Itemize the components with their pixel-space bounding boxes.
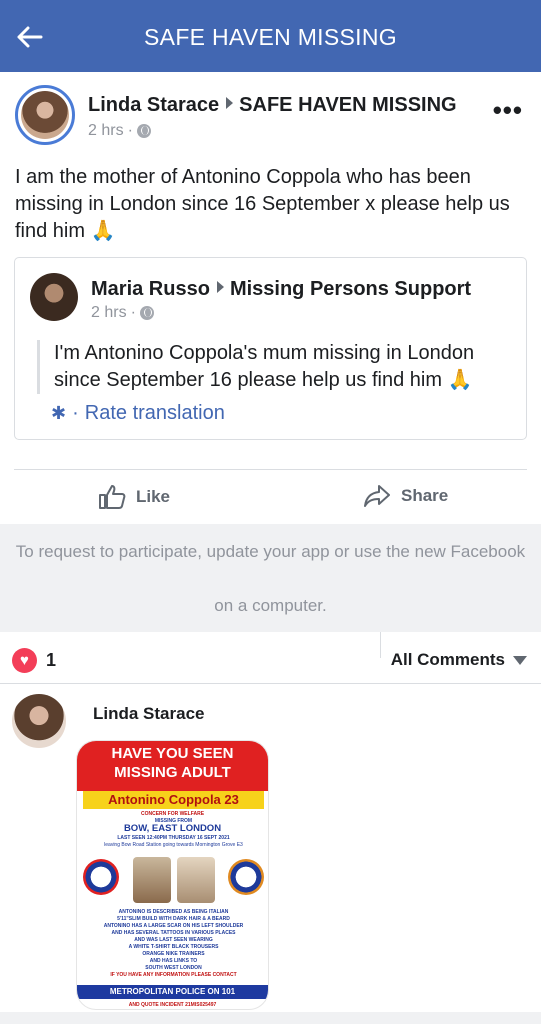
poster-photo-2: [177, 857, 215, 903]
poster-name: Antonino Coppola 23: [83, 791, 264, 809]
share-arrow-icon: [364, 485, 390, 507]
arrow-right-icon: [216, 281, 224, 293]
gear-icon: ✱: [51, 403, 67, 423]
shared-post-card[interactable]: Maria Russo Missing Persons Support 2 hrs…: [14, 257, 527, 440]
reaction-count[interactable]: 1: [46, 650, 56, 671]
page-title: SAFE HAVEN MISSING: [144, 24, 397, 50]
poster-police-line: METROPOLITAN POLICE ON 101: [77, 985, 268, 999]
author-avatar[interactable]: [15, 85, 75, 145]
more-options-icon[interactable]: •••: [493, 97, 523, 123]
rate-translation-link[interactable]: ✱ · Rate translation: [51, 402, 225, 425]
post-actions: Like Share: [0, 470, 541, 524]
shared-author-name[interactable]: Maria Russo: [91, 278, 210, 300]
poster-location: BOW, EAST LONDON: [123, 823, 222, 834]
notice-line-2: on a computer.: [214, 596, 327, 615]
missing-person-poster-image[interactable]: HAVE YOU SEEN MISSING ADULT Antonino Cop…: [76, 740, 269, 1010]
shared-post-time[interactable]: 2 hrs: [91, 304, 127, 322]
love-reaction-icon[interactable]: ♥: [12, 648, 37, 673]
divider: [380, 632, 381, 658]
arrow-right-icon: [226, 97, 234, 109]
commenter-name[interactable]: Linda Starace: [93, 704, 205, 724]
top-app-bar: SAFE HAVEN MISSING: [0, 0, 541, 72]
post-text: I am the mother of Antonino Coppola who …: [15, 166, 510, 242]
participation-notice: To request to participate, update your a…: [0, 524, 541, 632]
translated-text: I'm Antonino Coppola's mum missing in Lo…: [37, 340, 517, 394]
shared-author-line: Maria Russo Missing Persons Support: [91, 278, 471, 301]
thumbs-up-icon: [99, 485, 126, 509]
bottom-divider: [0, 1012, 541, 1024]
shared-group-name[interactable]: Missing Persons Support: [230, 278, 471, 300]
post-time[interactable]: 2 hrs: [88, 122, 124, 140]
commenter-avatar[interactable]: [12, 694, 66, 748]
shared-post-meta: 2 hrs ·: [91, 304, 154, 322]
shared-author-avatar[interactable]: [30, 273, 78, 321]
poster-header: HAVE YOU SEEN MISSING ADULT: [77, 741, 268, 791]
rate-translation-label[interactable]: Rate translation: [85, 402, 225, 425]
reactions-bar: ♥ 1 All Comments: [0, 632, 541, 684]
post-meta: 2 hrs ·: [88, 122, 151, 140]
comment-filter-label: All Comments: [390, 650, 505, 669]
poster-photo-1: [133, 857, 171, 903]
post-author-name[interactable]: Linda Starace: [88, 94, 219, 116]
poster-badge-right: [228, 859, 264, 895]
post-group-name[interactable]: SAFE HAVEN MISSING: [239, 94, 456, 116]
poster-badge-left: [83, 859, 119, 895]
comment-filter-dropdown[interactable]: All Comments: [391, 650, 527, 670]
notice-line-1: To request to participate, update your a…: [15, 542, 526, 561]
post-author-line: Linda Starace SAFE HAVEN MISSING: [88, 94, 457, 117]
like-label: Like: [136, 487, 171, 506]
share-label: Share: [401, 486, 449, 505]
caret-down-icon: [513, 655, 527, 665]
like-button[interactable]: Like: [98, 484, 170, 510]
share-button[interactable]: Share: [363, 484, 448, 508]
globe-icon: [139, 306, 154, 320]
globe-icon: [136, 124, 151, 138]
